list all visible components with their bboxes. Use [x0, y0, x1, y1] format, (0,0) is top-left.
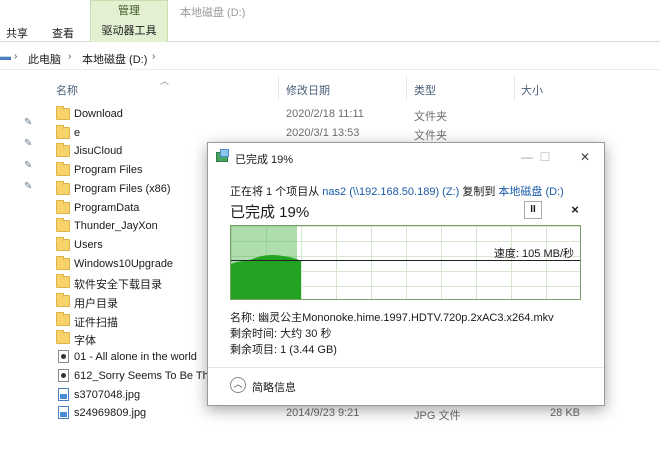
file-row[interactable]: e 2020/3/1 13:53 文件夹 — [54, 124, 614, 143]
file-name: 字体 — [74, 335, 96, 348]
file-name: ProgramData — [74, 201, 140, 214]
file-name: s24969809.jpg — [74, 407, 147, 420]
folder-icon — [56, 162, 70, 177]
tab-manage[interactable]: 管理 — [90, 0, 168, 22]
file-name: Windows10Upgrade — [74, 257, 174, 270]
transfer-speed-graph: 速度: 105 MB/秒 — [230, 225, 581, 300]
file-name: Thunder_JayXon — [74, 220, 158, 233]
pause-button[interactable]: II — [524, 201, 542, 219]
folder-icon — [56, 330, 70, 345]
copy-description: 正在将 1 个项目从 nas2 (\\192.168.50.189) (Z:) … — [230, 183, 564, 199]
file-type: 文件夹 — [414, 111, 447, 123]
sort-up-icon: ︿ — [160, 76, 170, 86]
folder-icon — [56, 199, 70, 214]
folder-icon — [56, 236, 70, 251]
chevron-right-icon[interactable]: › — [152, 51, 155, 62]
copy-description-mid: 复制到 — [459, 186, 499, 198]
file-name: JisuCloud — [74, 145, 123, 158]
time-remaining: 剩余时间: 大约 30 秒 — [230, 328, 332, 340]
copy-progress-dialog: 已完成 19% — ☐ ✕ 正在将 1 个项目从 nas2 (\\192.168… — [207, 142, 605, 406]
file-name: 用户目录 — [74, 298, 118, 310]
audio-file-icon — [58, 350, 69, 364]
window-title: 本地磁盘 (D:) — [180, 7, 246, 19]
speed-curve — [231, 254, 301, 299]
file-name: Program Files (x86) — [74, 182, 171, 195]
address-bar[interactable]: ▬ › 此电脑 › 本地磁盘 (D:) › — [0, 46, 660, 70]
tab-share[interactable]: 共享 — [6, 25, 28, 41]
file-row[interactable]: s24969809.jpg 2014/9/23 9:21 JPG 文件 28 KB — [54, 405, 614, 423]
file-name: 612_Sorry Seems To Be Th — [74, 369, 209, 382]
pin-icon: ✎ — [24, 117, 33, 128]
maximize-icon[interactable]: ☐ — [530, 147, 560, 167]
chevron-right-icon[interactable]: › — [68, 51, 71, 62]
folder-icon — [56, 180, 70, 195]
column-divider[interactable] — [514, 76, 515, 100]
destination-link[interactable]: 本地磁盘 (D:) — [498, 186, 563, 198]
copy-description-prefix: 正在将 1 个项目从 — [230, 186, 323, 198]
chevron-up-icon[interactable]: ︿ — [230, 377, 246, 393]
tab-view[interactable]: 查看 — [52, 25, 74, 41]
file-name: Download — [74, 108, 123, 120]
folder-icon — [56, 106, 70, 120]
items-remaining: 剩余项目: 1 (3.44 GB) — [230, 344, 337, 356]
audio-file-icon — [58, 368, 69, 382]
column-divider[interactable] — [278, 76, 279, 100]
file-date: 2014/9/23 9:21 — [286, 407, 360, 420]
folder-icon — [56, 124, 70, 139]
folder-icon — [56, 293, 70, 307]
column-modified[interactable]: 修改日期 — [286, 82, 330, 98]
file-type: JPG 文件 — [414, 410, 461, 423]
file-name: 证件扫描 — [74, 316, 118, 329]
progress-percent-text: 已完成 19% — [230, 204, 310, 221]
breadcrumb-drive[interactable]: 本地磁盘 (D:) — [82, 51, 147, 67]
file-name: s3707048.jpg — [74, 388, 141, 401]
breadcrumb-this-pc[interactable]: 此电脑 — [28, 51, 61, 67]
folder-icon — [56, 143, 70, 158]
folder-icon — [56, 274, 70, 289]
image-file-icon — [58, 387, 69, 401]
file-size: 28 KB — [550, 407, 580, 420]
folder-icon — [56, 218, 70, 233]
folder-icon — [56, 255, 70, 270]
dialog-title: 已完成 19% — [235, 154, 294, 166]
file-name: 软件安全下载目录 — [74, 279, 162, 292]
pin-icon: ✎ — [24, 138, 33, 149]
column-headers: ︿ 名称 修改日期 类型 大小 — [0, 74, 660, 100]
copy-app-icon — [216, 149, 229, 162]
file-name-line: 名称: 幽灵公主Mononoke.hime.1997.HDTV.720p.2xA… — [230, 312, 554, 324]
ribbon-title-bar: 管理 本地磁盘 (D:) — [0, 0, 660, 22]
speed-label: 速度: 105 MB/秒 — [493, 248, 574, 260]
divider — [208, 367, 604, 368]
file-name: Users — [74, 238, 103, 251]
file-date: 2020/3/1 13:53 — [286, 126, 360, 139]
column-name[interactable]: 名称 — [56, 82, 78, 98]
column-type[interactable]: 类型 — [414, 82, 436, 98]
folder-icon — [56, 311, 70, 326]
file-name: e — [74, 126, 81, 139]
stop-button[interactable]: × — [566, 201, 584, 219]
close-icon[interactable]: ✕ — [570, 147, 600, 167]
column-divider[interactable] — [406, 76, 407, 100]
file-name: Program Files — [74, 164, 143, 177]
pin-icon: ✎ — [24, 160, 33, 171]
fewer-details-toggle[interactable]: 简略信息 — [252, 379, 296, 395]
file-row[interactable]: Download 2020/2/18 11:11 文件夹 — [54, 106, 614, 124]
file-date: 2020/2/18 11:11 — [286, 108, 364, 120]
pin-icon: ✎ — [24, 181, 33, 192]
source-link[interactable]: nas2 (\\192.168.50.189) (Z:) — [322, 186, 459, 198]
file-type: 文件夹 — [414, 129, 447, 142]
chevron-right-icon[interactable]: › — [14, 51, 17, 62]
column-size[interactable]: 大小 — [521, 82, 543, 98]
dialog-title-bar[interactable]: 已完成 19% — ☐ ✕ — [208, 143, 604, 171]
file-name: 01 - All alone in the world — [74, 351, 197, 364]
image-file-icon — [58, 406, 69, 420]
tab-drive-tools[interactable]: 驱动器工具 — [90, 22, 168, 42]
computer-icon: ▬ — [0, 51, 11, 63]
